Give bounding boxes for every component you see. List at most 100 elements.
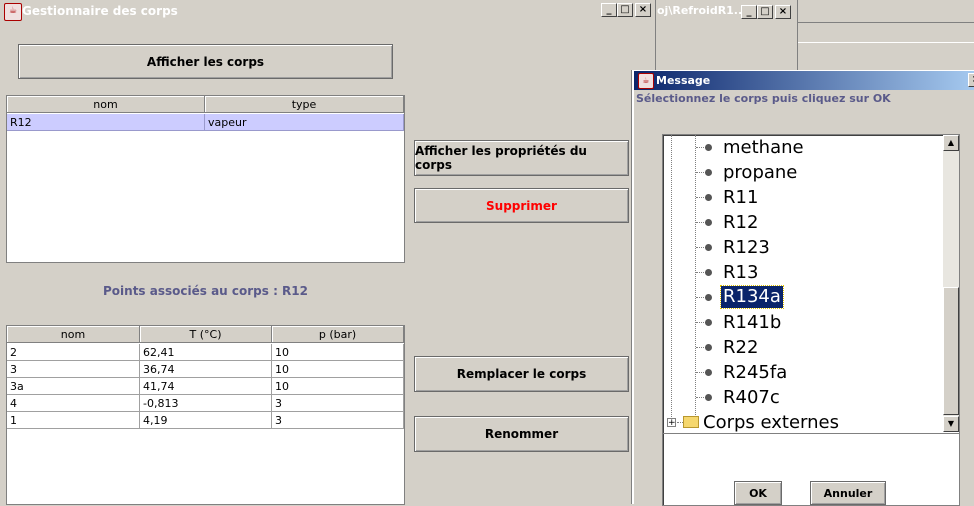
folder-icon	[683, 416, 699, 428]
table-cell: 10	[272, 344, 404, 361]
tree-item-r134a[interactable]: R134a	[663, 285, 933, 310]
rename-button[interactable]: Renommer	[414, 416, 629, 452]
corps-table: nom type R12 vapeur	[6, 95, 405, 263]
background-window-title: oj\RefroidR1...	[657, 4, 747, 17]
bullet-icon	[705, 244, 712, 251]
bullet-icon	[705, 344, 712, 351]
tree-item-label: R12	[723, 212, 759, 233]
background-window-divider	[797, 0, 798, 70]
close-icon[interactable]: ×	[968, 73, 974, 87]
tree-item-r141b[interactable]: R141b	[663, 310, 933, 335]
tree-item-label: R123	[723, 237, 770, 258]
dialog-prompt: Sélectionnez le corps puis cliquez sur O…	[636, 92, 891, 105]
table-cell: 10	[272, 361, 404, 378]
table-cell: 2	[7, 344, 140, 361]
tree-item-methane[interactable]: methane	[663, 135, 933, 160]
tree-folder-corps-externes[interactable]: + Corps externes	[663, 410, 933, 435]
app-icon: ☕	[638, 73, 654, 89]
tree-item-r123[interactable]: R123	[663, 235, 933, 260]
minimize-icon[interactable]: _	[741, 5, 757, 19]
ok-button[interactable]: OK	[734, 481, 782, 505]
table-row[interactable]: 3a 41,74 10	[7, 378, 404, 395]
table-cell: 10	[272, 378, 404, 395]
points-table: nom T (°C) p (bar) 2 62,41 10 3 36,74 10…	[6, 325, 405, 505]
table-cell: vapeur	[205, 114, 404, 131]
dialog-title: Message	[656, 74, 711, 87]
tree-item-r22[interactable]: R22	[663, 335, 933, 360]
dialog-titlebar: ☕ Message ×	[634, 71, 974, 90]
show-properties-button[interactable]: Afficher les propriétés du corps	[414, 140, 629, 176]
table-row[interactable]: 2 62,41 10	[7, 344, 404, 361]
tree-item-r11[interactable]: R11	[663, 185, 933, 210]
table-cell: 41,74	[140, 378, 272, 395]
main-titlebar: ☕ Gestionnaire des corps _ □ ×	[0, 0, 655, 22]
table-cell: 62,41	[140, 344, 272, 361]
tree-item-label: R13	[723, 262, 759, 283]
table-cell: 4	[7, 395, 140, 412]
column-header-type[interactable]: type	[205, 96, 404, 113]
points-label: Points associés au corps : R12	[103, 284, 308, 298]
expand-icon[interactable]: +	[667, 418, 676, 428]
column-header-nom[interactable]: nom	[7, 326, 140, 343]
column-header-pressure[interactable]: p (bar)	[272, 326, 404, 343]
bullet-icon	[705, 319, 712, 326]
bullet-icon	[705, 294, 712, 301]
table-row[interactable]: 1 4,19 3	[7, 412, 404, 429]
tree-item-r245fa[interactable]: R245fa	[663, 360, 933, 385]
bullet-icon	[705, 394, 712, 401]
message-dialog: ☕ Message × Sélectionnez le corps puis c…	[632, 70, 974, 506]
table-cell: 4,19	[140, 412, 272, 429]
delete-button[interactable]: Supprimer	[414, 188, 629, 223]
tree-item-r407c[interactable]: R407c	[663, 385, 933, 410]
minimize-icon[interactable]: _	[601, 3, 617, 17]
tree-item-propane[interactable]: propane	[663, 160, 933, 185]
bullet-icon	[705, 219, 712, 226]
bullet-icon	[705, 144, 712, 151]
tree-item-r12[interactable]: R12	[663, 210, 933, 235]
tree-item-label: R22	[723, 337, 759, 358]
tree-item-label-selected: R134a	[720, 285, 784, 309]
tree-item-label: methane	[723, 137, 804, 158]
table-cell: 36,74	[140, 361, 272, 378]
scroll-down-arrow-icon[interactable]: ▼	[943, 416, 959, 432]
column-header-temperature[interactable]: T (°C)	[140, 326, 272, 343]
table-cell: R12	[7, 114, 205, 131]
bullet-icon	[705, 194, 712, 201]
bullet-icon	[705, 369, 712, 376]
column-header-nom[interactable]: nom	[7, 96, 205, 113]
tree-item-label: propane	[723, 162, 798, 183]
maximize-icon[interactable]: □	[757, 5, 773, 19]
table-cell: -0,813	[140, 395, 272, 412]
tree-item-label: R245fa	[723, 362, 788, 383]
vertical-scrollbar[interactable]: ▲ ▼	[943, 135, 959, 432]
background-window-divider	[798, 22, 974, 23]
tree-item-label: Corps externes	[703, 412, 839, 433]
close-icon[interactable]: ×	[775, 5, 791, 19]
tree-item-label: R11	[723, 187, 759, 208]
bullet-icon	[705, 269, 712, 276]
table-cell: 3	[7, 361, 140, 378]
app-icon: ☕	[4, 3, 22, 21]
replace-corps-button[interactable]: Remplacer le corps	[414, 356, 629, 392]
table-row[interactable]: 3 36,74 10	[7, 361, 404, 378]
show-corps-button[interactable]: Afficher les corps	[18, 44, 393, 79]
table-row[interactable]: 4 -0,813 3	[7, 395, 404, 412]
corps-tree: methane propane R11 R12 R123 R13 R134a R…	[662, 134, 960, 506]
close-icon[interactable]: ×	[635, 3, 651, 17]
window-title: Gestionnaire des corps	[22, 4, 178, 18]
table-cell: 1	[7, 412, 140, 429]
tree-item-r13[interactable]: R13	[663, 260, 933, 285]
bullet-icon	[705, 169, 712, 176]
background-window-titlebar: oj\RefroidR1... _ □ ×	[655, 2, 795, 20]
maximize-icon[interactable]: □	[617, 3, 633, 17]
table-row[interactable]: R12 vapeur	[7, 114, 404, 131]
scroll-thumb[interactable]	[943, 287, 959, 415]
scroll-up-arrow-icon[interactable]: ▲	[943, 135, 959, 151]
table-cell: 3a	[7, 378, 140, 395]
table-cell: 3	[272, 395, 404, 412]
cancel-button[interactable]: Annuler	[810, 481, 886, 505]
table-cell: 3	[272, 412, 404, 429]
tree-item-label: R407c	[723, 387, 780, 408]
tree-item-label: R141b	[723, 312, 782, 333]
tree-bottom-border	[662, 433, 960, 434]
